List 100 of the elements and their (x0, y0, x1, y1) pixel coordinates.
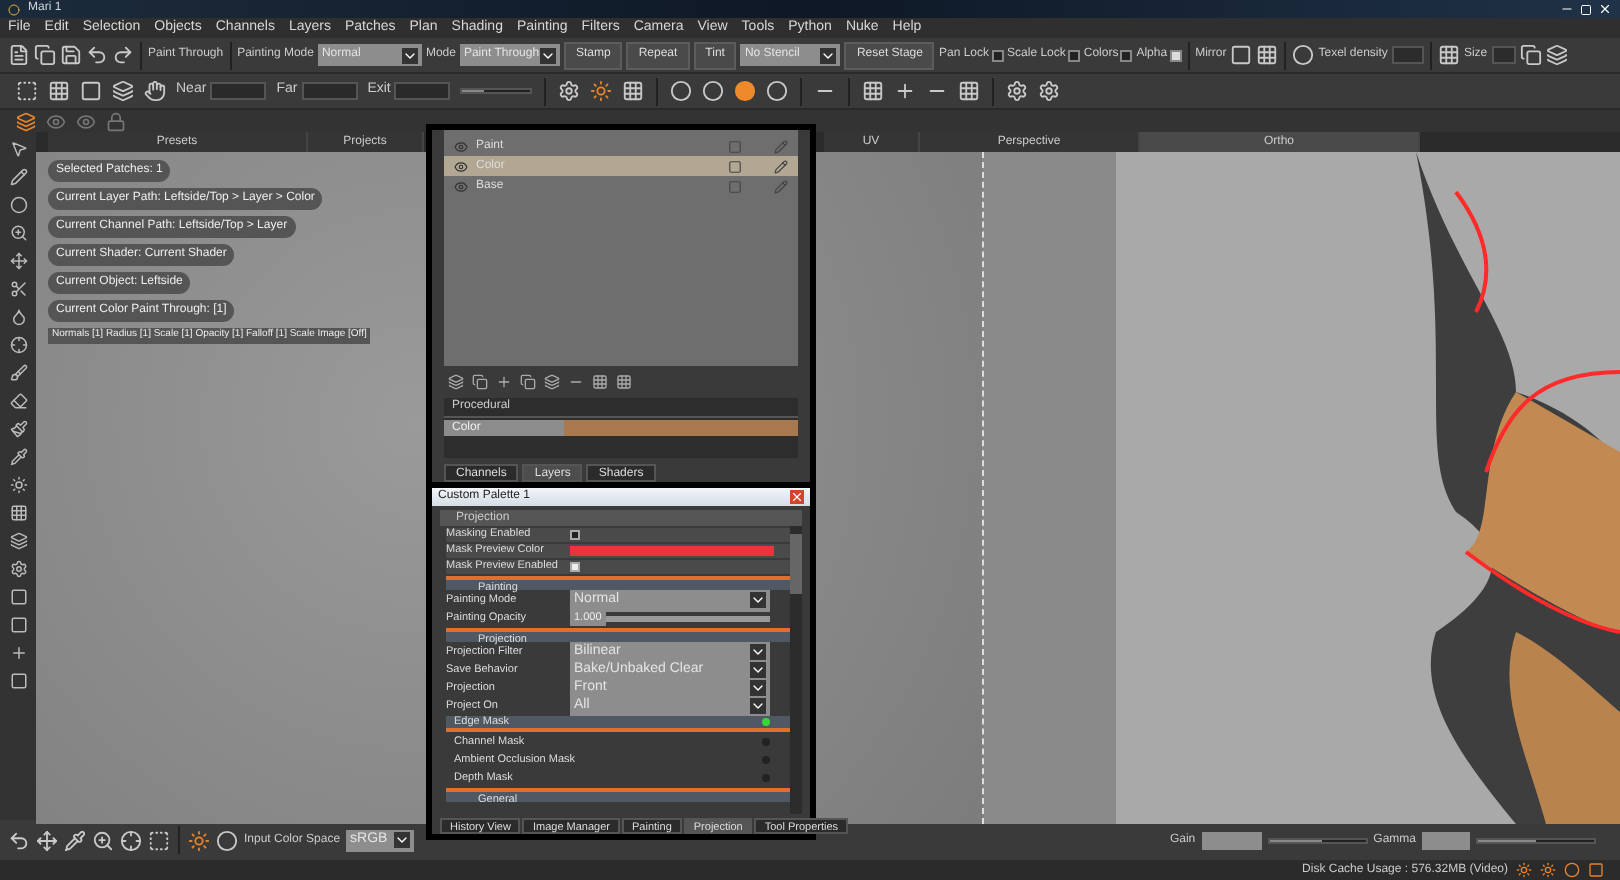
square-icon[interactable] (728, 159, 742, 173)
settings-icon[interactable] (558, 80, 581, 102)
eye-icon[interactable] (46, 111, 66, 131)
grid-icon[interactable] (9, 504, 27, 522)
sun-icon[interactable] (9, 476, 27, 494)
layer-tool-icon[interactable] (448, 374, 464, 390)
layer-tool-icon[interactable] (544, 374, 560, 390)
crosshair-icon[interactable] (120, 829, 142, 851)
picker-icon[interactable] (9, 448, 27, 466)
layers-icon[interactable] (9, 532, 27, 550)
grid-icon[interactable] (958, 80, 981, 102)
sphere-icon[interactable] (766, 80, 789, 102)
sun-icon (1540, 862, 1556, 878)
gear-icon[interactable] (1006, 80, 1029, 102)
gamma-slider[interactable] (1476, 837, 1596, 843)
redo-icon[interactable] (112, 44, 134, 66)
opacity-slider[interactable] (605, 615, 770, 621)
brush-icon[interactable] (9, 364, 27, 382)
size-field[interactable] (1491, 46, 1516, 64)
undo-icon[interactable] (86, 44, 108, 66)
zoom-icon[interactable] (92, 829, 114, 851)
input-field[interactable] (394, 82, 451, 100)
undo-icon[interactable] (8, 829, 30, 851)
minimize-icon[interactable] (1560, 2, 1574, 16)
layers-icon[interactable] (1545, 44, 1568, 66)
drop-icon[interactable] (9, 308, 27, 326)
grid-icon[interactable] (48, 80, 70, 102)
layer-tool-icon[interactable] (592, 374, 608, 390)
circle-icon[interactable] (1292, 44, 1315, 66)
hand-icon[interactable] (144, 80, 166, 102)
gamma-field[interactable] (1422, 831, 1470, 849)
pencil-icon[interactable] (774, 159, 788, 173)
layer-tool-icon[interactable] (520, 374, 536, 390)
zoom-icon[interactable] (9, 224, 27, 242)
grid-icon[interactable] (622, 80, 645, 102)
square-icon[interactable] (9, 672, 27, 690)
copy-icon[interactable] (1519, 44, 1542, 66)
caret-icon[interactable] (401, 47, 418, 63)
caret-icon[interactable] (394, 832, 411, 848)
grid-icon[interactable] (862, 80, 885, 102)
app-icon (8, 3, 20, 15)
copy-icon[interactable] (34, 44, 56, 66)
file-icon[interactable] (8, 44, 30, 66)
grid-icon[interactable] (1437, 44, 1460, 66)
move-icon[interactable] (36, 829, 58, 851)
clip-slider[interactable] (460, 88, 533, 94)
paintbrush-icon[interactable] (9, 420, 27, 438)
eye-icon[interactable] (454, 159, 468, 173)
lock-icon[interactable] (106, 111, 126, 131)
sun-icon[interactable] (188, 829, 210, 851)
move-icon[interactable] (9, 252, 27, 270)
close-icon[interactable] (1598, 2, 1612, 16)
square-icon[interactable] (9, 588, 27, 606)
caret-icon[interactable] (820, 47, 837, 63)
layers-icon[interactable] (16, 111, 36, 131)
texel-field[interactable] (1391, 46, 1424, 64)
layers-icon[interactable] (112, 80, 134, 102)
caret-icon[interactable] (750, 644, 766, 660)
eye-icon[interactable] (454, 179, 468, 193)
frame-icon[interactable] (16, 80, 38, 102)
eraser-icon[interactable] (9, 392, 27, 410)
frame-icon[interactable] (148, 829, 170, 851)
caret-icon[interactable] (750, 592, 766, 608)
grid-icon[interactable] (1256, 44, 1279, 66)
sun-icon[interactable] (590, 80, 613, 102)
crosshair-icon[interactable] (9, 336, 27, 354)
circle-icon (1564, 862, 1580, 878)
sun-icon (1516, 862, 1532, 878)
caret-icon[interactable] (750, 698, 766, 714)
input-field[interactable] (301, 82, 358, 100)
picker-icon[interactable] (64, 829, 86, 851)
caret-icon[interactable] (750, 680, 766, 696)
maximize-icon[interactable] (1580, 3, 1592, 15)
layer-tool-icon[interactable] (472, 374, 488, 390)
circle-icon[interactable] (9, 196, 27, 214)
layer-tool-icon[interactable] (496, 374, 512, 390)
plus-icon[interactable] (9, 644, 27, 662)
color-swatch[interactable] (570, 546, 774, 556)
gain-field[interactable] (1201, 831, 1262, 849)
pencil-icon[interactable] (9, 168, 27, 186)
sphere-icon[interactable] (702, 80, 725, 102)
gear-icon[interactable] (1038, 80, 1061, 102)
layer-tool-icon[interactable] (616, 374, 632, 390)
plus-icon[interactable] (894, 80, 917, 102)
settings-icon[interactable] (9, 560, 27, 578)
sphere-icon[interactable] (734, 80, 757, 102)
square-icon[interactable] (9, 616, 27, 634)
pointer-icon[interactable] (9, 140, 27, 158)
input-field[interactable] (210, 82, 267, 100)
square-icon (1588, 862, 1604, 878)
eye-icon[interactable] (454, 139, 468, 153)
circle-icon[interactable] (216, 829, 238, 851)
caret-icon[interactable] (539, 47, 556, 63)
scrollbar[interactable] (790, 526, 802, 814)
scissors-icon[interactable] (9, 280, 27, 298)
eye-icon[interactable] (76, 111, 96, 131)
sphere-icon[interactable] (670, 80, 693, 102)
gain-slider[interactable] (1267, 837, 1368, 843)
save-icon[interactable] (60, 44, 82, 66)
caret-icon[interactable] (750, 662, 766, 678)
